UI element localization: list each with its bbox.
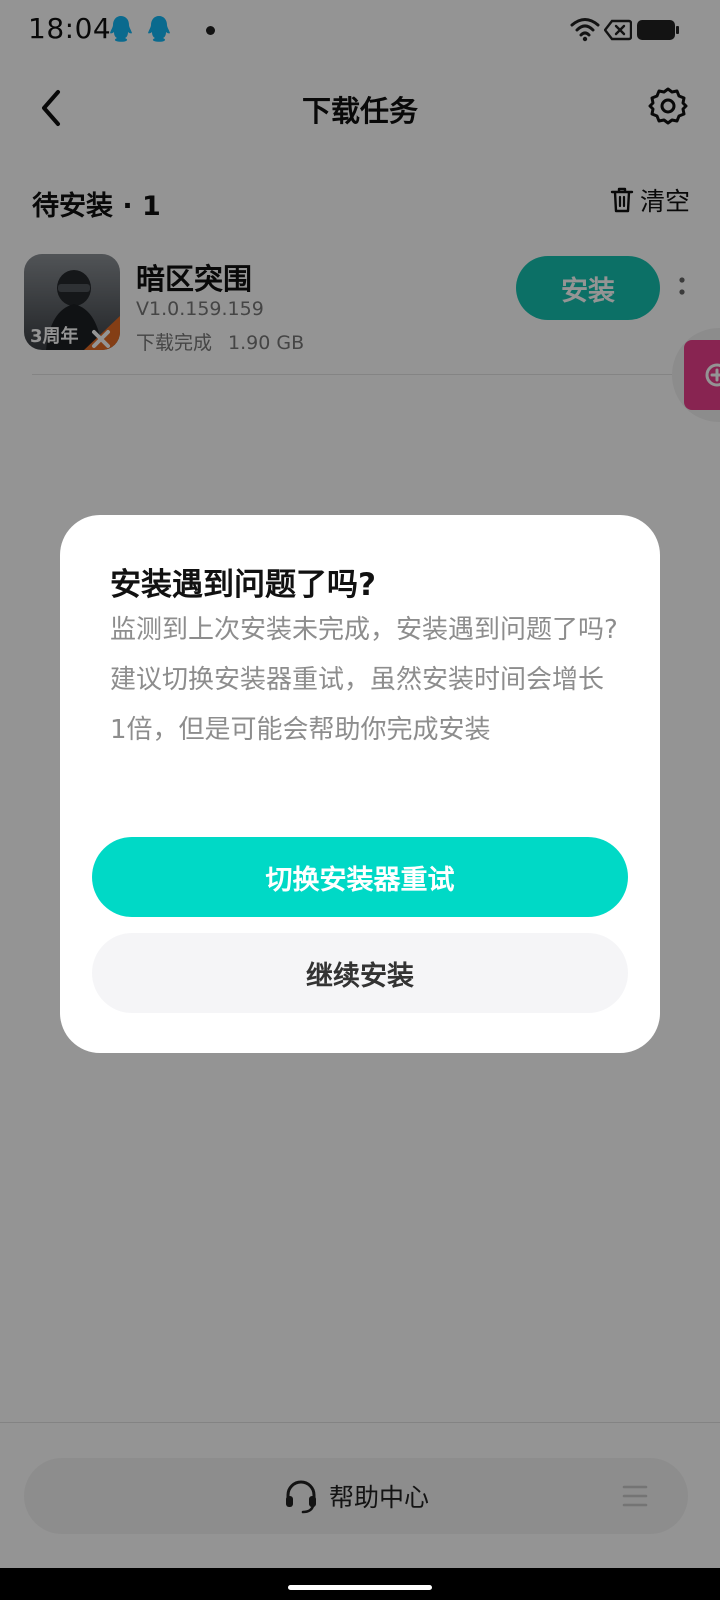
dialog-message-line: 监测到上次安装未完成，安装遇到问题了吗? <box>110 615 618 645</box>
dialog-title: 安装遇到问题了吗? <box>110 567 376 603</box>
install-problem-dialog: 安装遇到问题了吗? 监测到上次安装未完成，安装遇到问题了吗? 建议切换安装器重试… <box>60 515 660 1053</box>
dialog-message-line: 建议切换安装器重试，虽然安装时间会增长1倍，但是可能会帮助你完成安装 <box>110 665 605 745</box>
home-indicator[interactable] <box>288 1585 432 1590</box>
switch-installer-retry-button[interactable]: 切换安装器重试 <box>92 837 628 917</box>
continue-install-button[interactable]: 继续安装 <box>92 933 628 1013</box>
dialog-message: 监测到上次安装未完成，安装遇到问题了吗? 建议切换安装器重试，虽然安装时间会增长… <box>110 605 620 755</box>
system-nav-bar <box>0 1568 720 1600</box>
